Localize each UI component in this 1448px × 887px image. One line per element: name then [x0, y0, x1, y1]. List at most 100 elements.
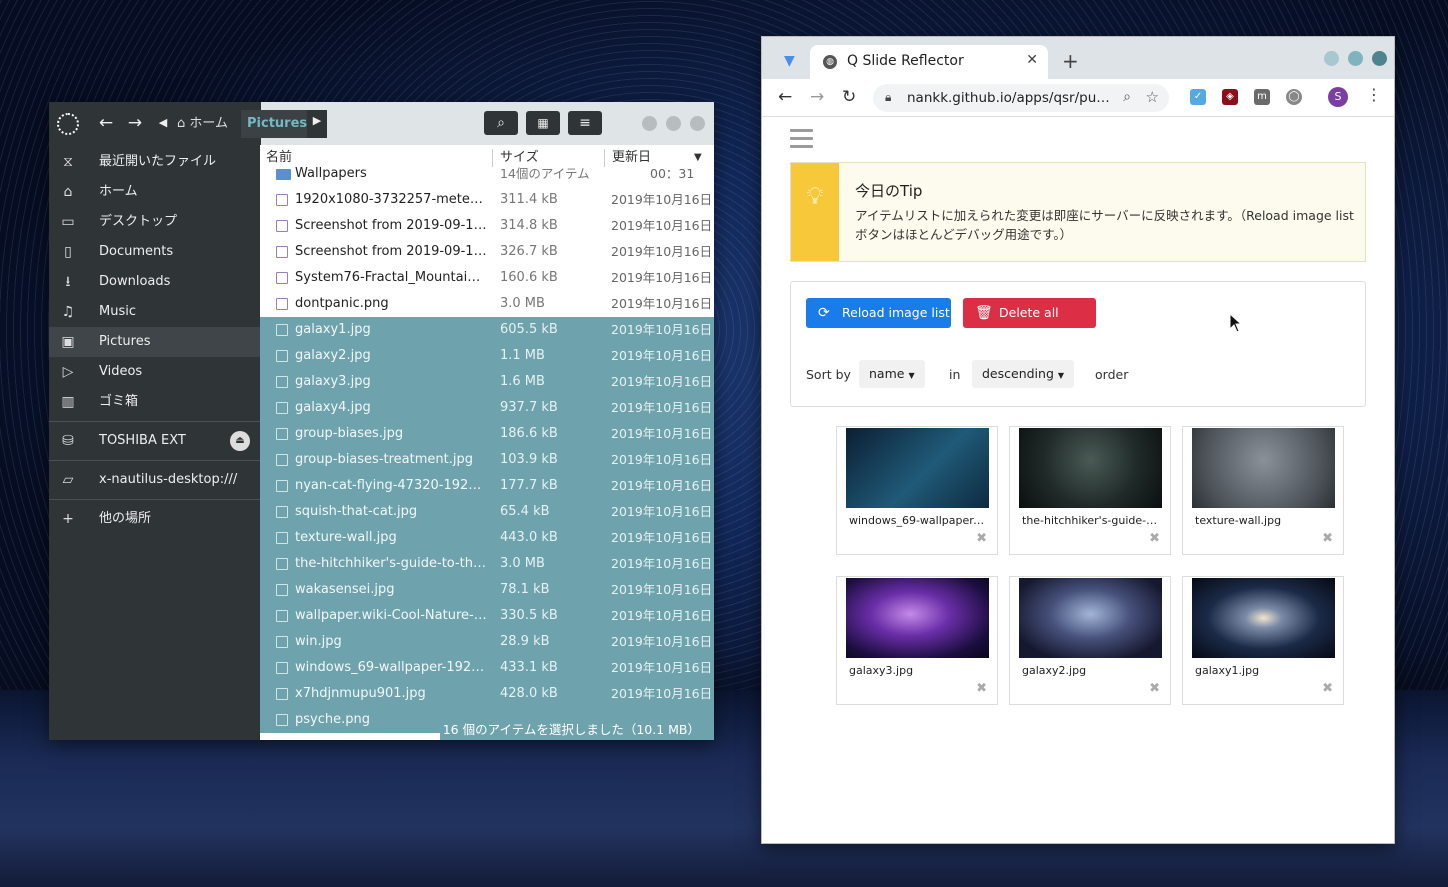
breadcrumb-right-icon[interactable]: ▶: [307, 110, 327, 138]
remove-item-icon[interactable]: ✖: [976, 681, 987, 696]
file-row[interactable]: galaxy4.jpg 937.7 kB 2019年10月16日: [260, 395, 714, 421]
sidebar-item-documents[interactable]: ▯ Documents: [49, 237, 260, 267]
view-toggle-button[interactable]: ▦: [526, 111, 560, 135]
file-row[interactable]: windows_69-wallpaper-1920x… 433.1 kB 2019年…: [260, 655, 714, 681]
vivaldi-extension-icon[interactable]: ▼: [784, 54, 798, 68]
breadcrumb-left-icon[interactable]: ◀: [152, 112, 174, 134]
menu-button[interactable]: ≡: [568, 111, 602, 135]
image-card[interactable]: galaxy2.jpg ✖: [1009, 576, 1171, 705]
file-row[interactable]: Screenshot from 2019-09-12 1… 326.7 kB 201…: [260, 239, 714, 265]
sidebar-item-music[interactable]: ♫ Music: [49, 297, 260, 327]
remove-item-icon[interactable]: ✖: [976, 531, 987, 546]
new-tab-button[interactable]: +: [1062, 49, 1079, 73]
image-card[interactable]: galaxy1.jpg ✖: [1182, 576, 1344, 705]
sidebar-item-trash[interactable]: ▥ ゴミ箱: [49, 387, 260, 417]
file-size: 14個のアイテム: [500, 166, 590, 181]
forward-arrow-icon[interactable]: →: [124, 112, 146, 134]
file-row[interactable]: galaxy3.jpg 1.6 MB 2019年10月16日: [260, 369, 714, 395]
bookmark-star-icon[interactable]: ☆: [1146, 88, 1159, 106]
mouse-cursor-icon: [1229, 313, 1243, 333]
profile-avatar[interactable]: S: [1328, 87, 1348, 107]
sidebar-item-desktop-link[interactable]: ▱ x-nautilus-desktop:///: [49, 465, 260, 495]
image-thumbnail[interactable]: [1019, 578, 1162, 658]
file-row[interactable]: win.jpg 28.9 kB 2019年10月16日: [260, 629, 714, 655]
file-row[interactable]: x7hdjnmupu901.jpg 428.0 kB 2019年10月16日: [260, 681, 714, 707]
hamburger-menu-icon[interactable]: [790, 129, 813, 148]
lock-icon: 🔒︎: [885, 90, 892, 104]
remove-item-icon[interactable]: ✖: [1322, 531, 1333, 546]
image-thumbnail[interactable]: [1192, 428, 1335, 508]
sidebar-item-pictures[interactable]: ▣ Pictures: [49, 327, 260, 357]
close-button[interactable]: [690, 116, 705, 131]
image-card[interactable]: galaxy3.jpg ✖: [836, 576, 998, 705]
sort-direction-dropdown[interactable]: descending ▼: [972, 360, 1075, 388]
tab-q-slide-reflector[interactable]: ◍ Q Slide Reflector ✕: [810, 45, 1048, 79]
maximize-button[interactable]: [666, 116, 681, 131]
breadcrumb-home[interactable]: ⌂ ホーム: [177, 110, 228, 138]
file-name: group-biases-treatment.jpg: [295, 452, 473, 467]
back-arrow-icon[interactable]: ←: [778, 87, 792, 107]
file-row[interactable]: Screenshot from 2019-09-12 1… 314.8 kB 201…: [260, 213, 714, 239]
maximize-button[interactable]: [1348, 51, 1363, 66]
file-row[interactable]: galaxy1.jpg 605.5 kB 2019年10月16日: [260, 317, 714, 343]
image-file-icon: [276, 662, 288, 674]
file-row[interactable]: wallpaper.wiki-Cool-Nature-Pi… 330.5 kB 20…: [260, 603, 714, 629]
minimize-button[interactable]: [642, 116, 657, 131]
file-row[interactable]: nyan-cat-flying-47320-1920x1… 177.7 kB 201…: [260, 473, 714, 499]
file-name: Wallpapers: [295, 166, 367, 181]
file-date: 2019年10月16日: [611, 608, 713, 623]
close-tab-icon[interactable]: ✕: [1026, 52, 1038, 68]
file-row[interactable]: texture-wall.jpg 443.0 kB 2019年10月16日: [260, 525, 714, 551]
app-menu-icon[interactable]: [57, 113, 79, 135]
file-row[interactable]: the-hitchhiker's-guide-to-the-… 3.0 MB 201…: [260, 551, 714, 577]
image-card[interactable]: windows_69-wallpaper-1… ✖: [836, 426, 998, 555]
more-menu-icon[interactable]: ⋮: [1366, 85, 1382, 104]
sort-field-dropdown[interactable]: name ▼: [859, 360, 925, 388]
file-row[interactable]: squish-that-cat.jpg 65.4 kB 2019年10月16日: [260, 499, 714, 525]
forward-arrow-icon[interactable]: →: [810, 87, 824, 107]
file-row[interactable]: dontpanic.png 3.0 MB 2019年10月16日: [260, 291, 714, 317]
sidebar-item-home[interactable]: ⌂ ホーム: [49, 177, 260, 207]
image-file-icon: [276, 506, 288, 518]
reload-icon[interactable]: ↻: [842, 87, 856, 107]
ublock-icon[interactable]: ◈: [1222, 89, 1238, 105]
image-thumbnail[interactable]: [1019, 428, 1162, 508]
eject-icon[interactable]: ⏏: [230, 431, 250, 451]
chat-extension-icon[interactable]: ◯: [1286, 89, 1302, 105]
sidebar-item-desktop[interactable]: ▭ デスクトップ: [49, 207, 260, 237]
sidebar-item-other-places[interactable]: + 他の場所: [49, 504, 260, 534]
file-row[interactable]: wakasensei.jpg 78.1 kB 2019年10月16日: [260, 577, 714, 603]
file-row[interactable]: 1920x1080-3732257-meteor-s… 311.4 kB 2019年…: [260, 187, 714, 213]
file-row[interactable]: System76-Fractal_Mountains-… 160.6 kB 2019…: [260, 265, 714, 291]
file-row[interactable]: group-biases-treatment.jpg 103.9 kB 2019年1…: [260, 447, 714, 473]
delete-all-items-button[interactable]: 🗑︎ Delete all items: [963, 298, 1096, 350]
minimize-button[interactable]: [1324, 51, 1339, 66]
address-bar[interactable]: 🔒︎ nankk.github.io/apps/qsr/pu… ⌕ ☆: [873, 84, 1169, 112]
sidebar-item-videos[interactable]: ▷ Videos: [49, 357, 260, 387]
m-extension-icon[interactable]: m: [1254, 89, 1270, 105]
remove-item-icon[interactable]: ✖: [1322, 681, 1333, 696]
extension-icon[interactable]: ✓: [1190, 89, 1206, 105]
image-caption: the-hitchhiker's-guide-to-…: [1022, 514, 1160, 527]
back-arrow-icon[interactable]: ←: [95, 112, 117, 134]
image-thumbnail[interactable]: [846, 428, 989, 508]
image-thumbnail[interactable]: [846, 578, 989, 658]
file-row[interactable]: group-biases.jpg 186.6 kB 2019年10月16日: [260, 421, 714, 447]
image-thumbnail[interactable]: [1192, 578, 1335, 658]
sidebar-item-downloads[interactable]: ⭳ Downloads: [49, 267, 260, 297]
sidebar-item-recent[interactable]: ⧖ 最近開いたファイル: [49, 147, 260, 177]
zoom-icon[interactable]: ⌕: [1123, 89, 1131, 105]
file-date: 2019年10月16日: [611, 400, 713, 415]
pictures-icon: ▣: [61, 334, 75, 350]
folder-row[interactable]: Wallpapers 14個のアイテム 00：31: [260, 161, 714, 187]
search-button[interactable]: ⌕: [484, 111, 518, 135]
sidebar-item-toshiba-ext[interactable]: ⛁ TOSHIBA EXT ⏏: [49, 426, 260, 456]
image-card[interactable]: the-hitchhiker's-guide-to-… ✖: [1009, 426, 1171, 555]
file-row[interactable]: galaxy2.jpg 1.1 MB 2019年10月16日: [260, 343, 714, 369]
reload-image-list-button[interactable]: ⟳ Reload image list: [806, 298, 951, 328]
remove-item-icon[interactable]: ✖: [1149, 531, 1160, 546]
image-card[interactable]: texture-wall.jpg ✖: [1182, 426, 1344, 555]
breadcrumb-pictures[interactable]: Pictures: [241, 110, 314, 138]
remove-item-icon[interactable]: ✖: [1149, 681, 1160, 696]
close-button[interactable]: [1372, 51, 1387, 66]
